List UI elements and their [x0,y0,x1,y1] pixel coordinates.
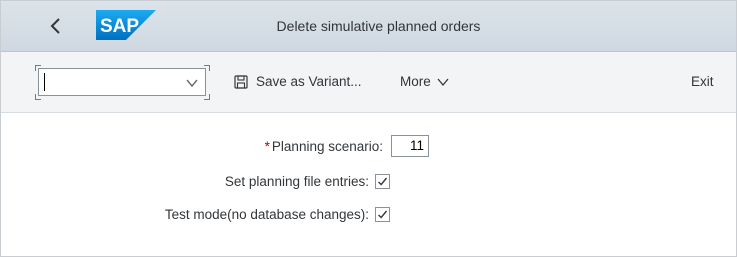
save-as-variant-button[interactable]: Save as Variant... [234,68,362,96]
save-icon [234,75,248,89]
chevron-down-icon [437,78,449,87]
test-mode-checkbox[interactable] [375,206,390,222]
toolbar: Save as Variant... More Exit [1,52,736,113]
text-cursor [44,73,45,91]
planning-scenario-label: Planning scenario: [271,138,383,154]
variant-select[interactable] [38,68,206,96]
focus-corner [35,65,41,71]
more-button[interactable]: More [400,68,449,96]
focus-corner [204,65,210,71]
set-planning-label: Set planning file entries: [224,173,369,189]
focus-corner [204,94,210,100]
set-planning-checkbox[interactable] [375,173,390,189]
app-window: SAP Delete simulative planned orders Sav… [0,0,737,257]
page-title: Delete simulative planned orders [276,18,481,34]
set-planning-row: Set planning file entries: [225,170,390,192]
focus-corner [35,94,41,100]
exit-button[interactable]: Exit [691,68,714,96]
test-mode-label: Test mode(no database changes): [164,206,369,222]
test-mode-row: Test mode(no database changes): [165,203,390,225]
planning-scenario-row: * Planning scenario: 11 [265,135,429,157]
required-indicator: * [264,138,270,154]
chevron-down-icon[interactable] [185,76,199,90]
planning-scenario-input[interactable]: 11 [391,135,429,157]
more-label: More [400,74,431,89]
checkmark-icon [378,210,388,219]
save-as-variant-label: Save as Variant... [256,74,362,89]
shell-bar: SAP Delete simulative planned orders [1,1,736,52]
checkmark-icon [378,177,388,186]
